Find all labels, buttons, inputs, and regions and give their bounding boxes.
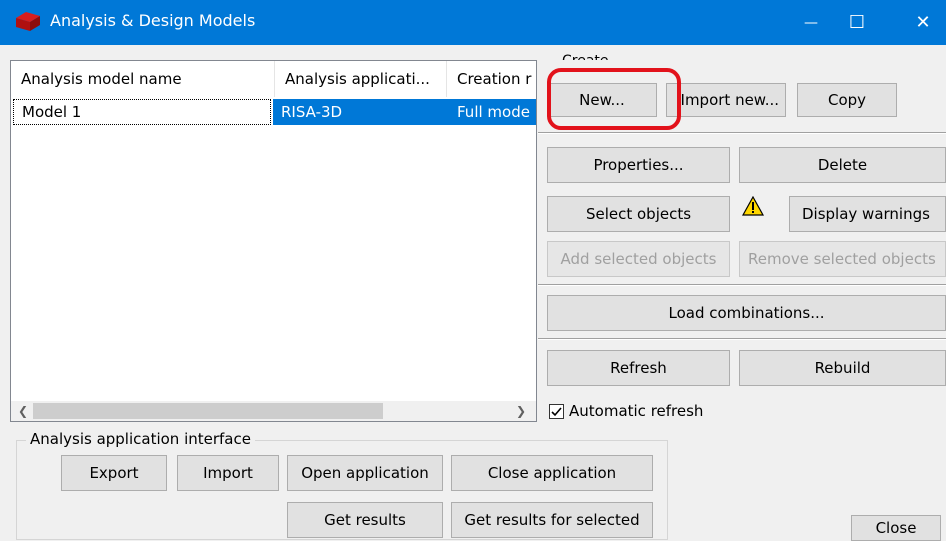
- divider: [538, 133, 946, 134]
- minimize-icon: —: [804, 14, 818, 31]
- load-combinations-button[interactable]: Load combinations...: [547, 295, 946, 331]
- model-list[interactable]: Analysis model name Analysis applicati..…: [10, 60, 537, 422]
- highlight-annotation: [547, 68, 681, 130]
- divider: [538, 285, 946, 286]
- checkbox-check-icon[interactable]: [549, 403, 564, 419]
- maximize-button[interactable]: ☐: [834, 0, 880, 45]
- column-header-model-name[interactable]: Analysis model name: [11, 61, 275, 97]
- scroll-right-icon[interactable]: ❯: [513, 401, 529, 421]
- create-group-label: Create: [562, 50, 609, 60]
- open-application-button[interactable]: Open application: [287, 455, 443, 491]
- close-button[interactable]: Close: [851, 515, 941, 541]
- copy-button[interactable]: Copy: [797, 83, 897, 117]
- scrollbar-thumb[interactable]: [33, 403, 383, 419]
- cell-analysis-application: RISA-3D: [273, 99, 449, 125]
- close-application-button[interactable]: Close application: [451, 455, 653, 491]
- table-row[interactable]: Model 1 RISA-3D Full mode: [11, 99, 536, 125]
- delete-button[interactable]: Delete: [739, 147, 946, 183]
- automatic-refresh-checkbox[interactable]: Automatic refresh: [549, 402, 703, 420]
- import-button[interactable]: Import: [177, 455, 279, 491]
- close-icon: ✕: [915, 12, 931, 33]
- window-title: Analysis & Design Models: [50, 11, 256, 30]
- app-icon: [16, 12, 40, 31]
- get-results-button[interactable]: Get results: [287, 502, 443, 538]
- import-new-button[interactable]: Import new...: [666, 83, 786, 117]
- divider: [538, 339, 946, 340]
- refresh-button[interactable]: Refresh: [547, 350, 730, 386]
- cell-creation: Full mode: [449, 99, 536, 125]
- add-selected-objects-button: Add selected objects: [547, 241, 730, 277]
- column-header-creation[interactable]: Creation r: [447, 61, 536, 97]
- automatic-refresh-label: Automatic refresh: [569, 402, 704, 420]
- select-objects-button[interactable]: Select objects: [547, 196, 730, 232]
- minimize-button[interactable]: —: [788, 0, 834, 45]
- interface-group-label: Analysis application interface: [26, 430, 255, 448]
- export-button[interactable]: Export: [61, 455, 167, 491]
- rebuild-button[interactable]: Rebuild: [739, 350, 946, 386]
- scroll-left-icon[interactable]: ❮: [15, 401, 31, 421]
- cell-model-name: Model 1: [13, 99, 271, 125]
- warning-icon: [742, 196, 764, 216]
- display-warnings-button[interactable]: Display warnings: [789, 196, 946, 232]
- remove-selected-objects-button: Remove selected objects: [739, 241, 946, 277]
- maximize-icon: ☐: [848, 12, 866, 33]
- title-bar: Analysis & Design Models — ☐ ✕: [0, 0, 946, 45]
- properties-button[interactable]: Properties...: [547, 147, 730, 183]
- close-window-button[interactable]: ✕: [900, 0, 946, 45]
- get-results-for-selected-button[interactable]: Get results for selected: [451, 502, 653, 538]
- column-header-analysis-application[interactable]: Analysis applicati...: [275, 61, 447, 97]
- horizontal-scrollbar[interactable]: ❮ ❯: [11, 401, 536, 421]
